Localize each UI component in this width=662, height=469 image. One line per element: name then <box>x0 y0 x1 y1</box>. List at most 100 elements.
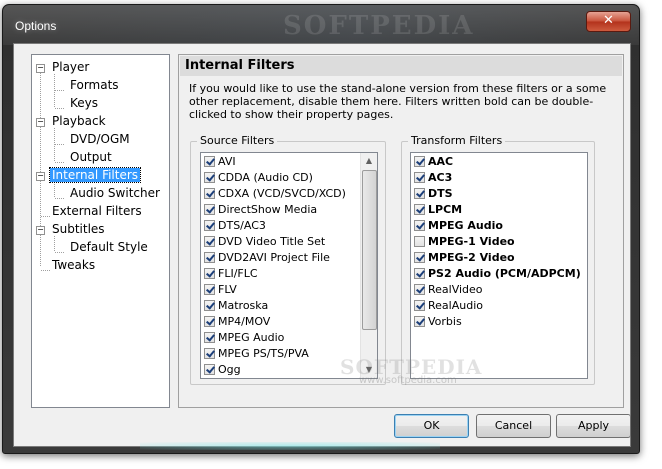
list-item[interactable]: MPEG PS/TS/PVA <box>204 346 309 362</box>
list-item[interactable]: DVD Video Title Set <box>204 234 325 250</box>
watermark-url: www.softpedia.com <box>359 375 457 386</box>
scroll-thumb[interactable] <box>362 170 377 330</box>
tree-item-playback[interactable]: − Playback <box>36 113 108 130</box>
tree-connector <box>41 216 50 217</box>
collapse-icon[interactable]: − <box>36 226 45 235</box>
checkbox[interactable] <box>414 268 425 279</box>
list-item[interactable]: DirectShow Media <box>204 202 317 218</box>
apply-button[interactable]: Apply <box>556 414 631 438</box>
collapse-icon[interactable]: − <box>36 118 45 127</box>
checkbox[interactable] <box>204 156 215 167</box>
tree-item-internal-filters[interactable]: − Internal Filters <box>36 167 142 184</box>
tree-item-player[interactable]: − Player <box>36 59 91 76</box>
ok-button[interactable]: OK <box>394 414 469 438</box>
list-item[interactable]: MP4/MOV <box>204 314 270 330</box>
collapse-icon[interactable]: − <box>36 172 45 181</box>
tree-item-tweaks[interactable]: Tweaks <box>50 257 97 274</box>
list-item[interactable]: CDXA (VCD/SVCD/XCD) <box>204 186 346 202</box>
item-label: MPEG Audio <box>428 219 503 232</box>
internal-filters-page: Internal Filters If you would like to us… <box>178 54 624 408</box>
page-title: Internal Filters <box>180 56 622 76</box>
tree-item-subtitles[interactable]: − Subtitles <box>36 221 107 238</box>
item-label: MPEG PS/TS/PVA <box>218 347 309 360</box>
list-item[interactable]: DVD2AVI Project File <box>204 250 330 266</box>
list-item[interactable]: CDDA (Audio CD) <box>204 170 313 186</box>
list-item[interactable]: MPEG-2 Video <box>414 250 515 266</box>
item-label: AC3 <box>428 171 453 184</box>
group-title: Source Filters <box>197 134 278 147</box>
tree-item-label: External Filters <box>52 204 142 218</box>
checkbox[interactable] <box>414 172 425 183</box>
close-button[interactable]: ✕ <box>586 11 631 32</box>
tree-item-label: Playback <box>52 114 106 128</box>
item-label: FLV <box>218 283 237 296</box>
checkbox[interactable] <box>204 236 215 247</box>
list-item[interactable]: RealVideo <box>414 282 483 298</box>
tree-item-default-style[interactable]: Default Style <box>64 239 150 256</box>
list-item[interactable]: Ogg <box>204 362 241 378</box>
checkbox[interactable] <box>414 284 425 295</box>
tree-item-label: Formats <box>70 78 119 92</box>
checkbox[interactable] <box>414 204 425 215</box>
checkbox[interactable] <box>204 364 215 375</box>
checkbox[interactable] <box>204 332 215 343</box>
checkbox[interactable] <box>414 220 425 231</box>
transform-filters-list[interactable]: AAC AC3 DTS LPCM MPEG Audio MPEG-1 Video… <box>410 152 588 379</box>
cancel-button[interactable]: Cancel <box>476 414 551 438</box>
list-item[interactable]: AVI <box>204 154 236 170</box>
tree-item-keys[interactable]: Keys <box>64 95 100 112</box>
tree-connector <box>54 182 55 197</box>
options-tree[interactable]: − Player Formats Keys − Playback DVD/OGM… <box>31 54 170 408</box>
item-label: Ogg <box>218 363 241 376</box>
checkbox[interactable] <box>414 252 425 263</box>
source-filters-list[interactable]: AVI CDDA (Audio CD) CDXA (VCD/SVCD/XCD) … <box>200 152 378 379</box>
tree-item-label: Subtitles <box>52 222 105 236</box>
list-item[interactable]: AAC <box>414 154 453 170</box>
tree-item-label: Internal Filters <box>48 167 142 183</box>
tree-item-label: Tweaks <box>52 258 96 272</box>
checkbox[interactable] <box>414 300 425 311</box>
dialog-client-area: − Player Formats Keys − Playback DVD/OGM… <box>13 43 631 447</box>
scroll-up-icon[interactable]: ▲ <box>361 153 377 169</box>
checkbox[interactable] <box>414 316 425 327</box>
list-item[interactable]: FLV <box>204 282 237 298</box>
tree-item-audio-switcher[interactable]: Audio Switcher <box>64 185 162 202</box>
checkbox[interactable] <box>204 284 215 295</box>
checkbox[interactable] <box>414 236 425 247</box>
checkbox[interactable] <box>204 220 215 231</box>
list-item[interactable]: MPEG-1 Video <box>414 234 515 250</box>
checkbox[interactable] <box>204 316 215 327</box>
vertical-scrollbar[interactable]: ▲ ▼ <box>360 153 377 378</box>
checkbox[interactable] <box>204 300 215 311</box>
tree-item-external-filters[interactable]: External Filters <box>50 203 144 220</box>
list-item[interactable]: LPCM <box>414 202 462 218</box>
tree-connector <box>55 162 64 163</box>
checkbox[interactable] <box>414 188 425 199</box>
tree-item-output[interactable]: Output <box>64 149 114 166</box>
item-label: DTS/AC3 <box>218 219 266 232</box>
tree-item-dvd-ogm[interactable]: DVD/OGM <box>64 131 132 148</box>
list-item[interactable]: FLI/FLC <box>204 266 258 282</box>
list-item[interactable]: MPEG Audio <box>414 218 503 234</box>
list-item[interactable]: RealAudio <box>414 298 483 314</box>
list-item[interactable]: DTS <box>414 186 453 202</box>
page-description: If you would like to use the stand-alone… <box>189 82 607 121</box>
checkbox[interactable] <box>204 204 215 215</box>
item-label: DirectShow Media <box>218 203 318 216</box>
checkbox[interactable] <box>204 188 215 199</box>
checkbox[interactable] <box>204 268 215 279</box>
tree-item-formats[interactable]: Formats <box>64 77 121 94</box>
checkbox[interactable] <box>204 348 215 359</box>
checkbox[interactable] <box>204 252 215 263</box>
list-item[interactable]: MPEG Audio <box>204 330 284 346</box>
collapse-icon[interactable]: − <box>36 64 45 73</box>
checkbox[interactable] <box>204 172 215 183</box>
item-label: DVD2AVI Project File <box>218 251 330 264</box>
tree-connector <box>55 90 64 91</box>
list-item[interactable]: DTS/AC3 <box>204 218 266 234</box>
list-item[interactable]: AC3 <box>414 170 452 186</box>
checkbox[interactable] <box>414 156 425 167</box>
list-item[interactable]: Vorbis <box>414 314 462 330</box>
list-item[interactable]: PS2 Audio (PCM/ADPCM) <box>414 266 581 282</box>
list-item[interactable]: Matroska <box>204 298 268 314</box>
